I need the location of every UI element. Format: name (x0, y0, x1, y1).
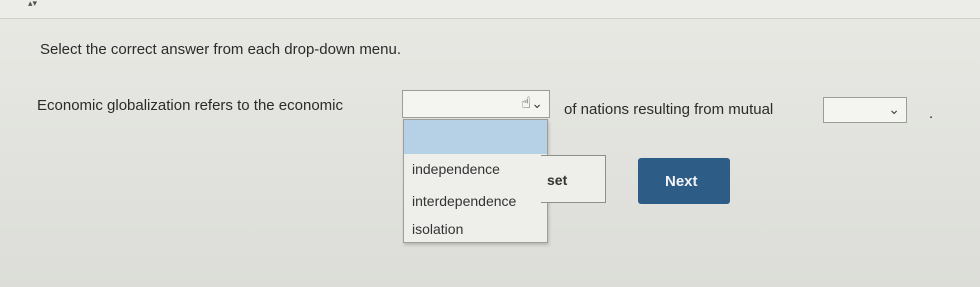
next-button[interactable]: Next (638, 158, 730, 204)
option-independence[interactable]: independence (412, 161, 500, 177)
option-interdependence[interactable]: interdependence (412, 193, 516, 209)
reset-button-label: set (547, 172, 568, 188)
chevron-down-icon: ⌄ (531, 95, 543, 111)
option-highlight (404, 120, 547, 154)
reset-button[interactable]: set (541, 155, 606, 203)
header-glyph-icon: ▴▾ (28, 0, 38, 8)
instruction-text: Select the correct answer from each drop… (40, 41, 402, 58)
chevron-down-icon: ⌄ (888, 101, 900, 117)
sentence-part-2: of nations resulting from mutual (564, 101, 774, 118)
option-isolation[interactable]: isolation (412, 221, 463, 237)
sentence-part-1: Economic globalization refers to the eco… (37, 97, 343, 114)
top-strip: ▴▾ (0, 0, 980, 18)
dropdown-1-options: independence interdependence isolation (403, 119, 548, 243)
next-button-label: Next (665, 173, 698, 190)
answer-dropdown-2[interactable]: ⌄ (823, 97, 907, 123)
sentence-period: . (929, 105, 934, 122)
answer-dropdown-1[interactable]: ☝ ⌄ (402, 90, 550, 118)
divider (0, 18, 980, 19)
hand-pointer-icon: ☝ (521, 95, 531, 112)
